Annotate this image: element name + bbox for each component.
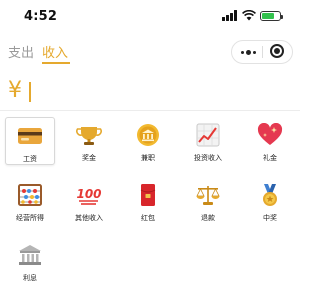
category-label: 红包 xyxy=(141,214,155,222)
category-label: 兼职 xyxy=(141,154,155,162)
divider xyxy=(0,110,300,111)
category-label: 工资 xyxy=(23,155,37,163)
category-label: 中奖 xyxy=(263,214,277,222)
category-label: 其他收入 xyxy=(75,214,103,222)
category-other-income[interactable]: 100 其他收入 xyxy=(64,177,114,225)
battery-icon xyxy=(260,11,283,21)
bank-building-icon xyxy=(19,245,41,265)
status-bar: 4:52 xyxy=(0,0,300,30)
category-lottery-win[interactable]: 中奖 xyxy=(245,177,295,225)
category-label: 投资收入 xyxy=(194,154,222,162)
svg-text:100: 100 xyxy=(76,187,101,201)
category-bonus[interactable]: 奖金 xyxy=(64,117,114,165)
category-label: 经营所得 xyxy=(16,214,44,222)
category-interest[interactable]: 利息 xyxy=(5,237,55,285)
amount-input[interactable] xyxy=(34,80,284,104)
category-business-income[interactable]: 经营所得 xyxy=(5,177,55,225)
tab-expense[interactable]: 支出 xyxy=(8,42,34,61)
active-tab-indicator xyxy=(42,62,70,64)
category-label: 利息 xyxy=(23,274,37,282)
status-time: 4:52 xyxy=(24,9,58,24)
text-cursor xyxy=(29,82,31,102)
category-investment-income[interactable]: 投资收入 xyxy=(183,117,233,165)
hundred-points-icon: 100 xyxy=(76,187,102,205)
category-gift-money[interactable]: 礼金 xyxy=(245,117,295,165)
balance-scale-icon xyxy=(196,186,220,205)
capsule-divider xyxy=(262,46,263,58)
category-part-time[interactable]: 兼职 xyxy=(123,117,173,165)
credit-card-icon xyxy=(18,128,42,144)
status-icons xyxy=(222,10,286,22)
currency-symbol: ¥ xyxy=(8,78,22,103)
more-options-icon[interactable] xyxy=(240,45,258,59)
amount-row: ¥ xyxy=(8,78,292,108)
medal-icon xyxy=(263,184,277,206)
red-envelope-icon xyxy=(140,184,156,206)
category-salary[interactable]: 工资 xyxy=(5,117,55,165)
trophy-icon xyxy=(76,127,102,145)
category-red-envelope[interactable]: 红包 xyxy=(123,177,173,225)
signal-icon xyxy=(222,10,238,21)
category-label: 礼金 xyxy=(263,154,277,162)
tab-income[interactable]: 收入 xyxy=(42,42,68,61)
category-label: 退款 xyxy=(201,214,215,222)
chart-increasing-icon xyxy=(196,123,220,147)
category-refund[interactable]: 退款 xyxy=(183,177,233,225)
close-miniprogram-icon[interactable] xyxy=(270,44,286,60)
abacus-icon xyxy=(18,184,42,206)
category-label: 奖金 xyxy=(82,154,96,162)
bank-coin-icon xyxy=(137,124,159,146)
capsule-menu xyxy=(231,40,293,64)
wifi-icon xyxy=(242,10,256,21)
sparkling-heart-icon xyxy=(257,123,283,145)
